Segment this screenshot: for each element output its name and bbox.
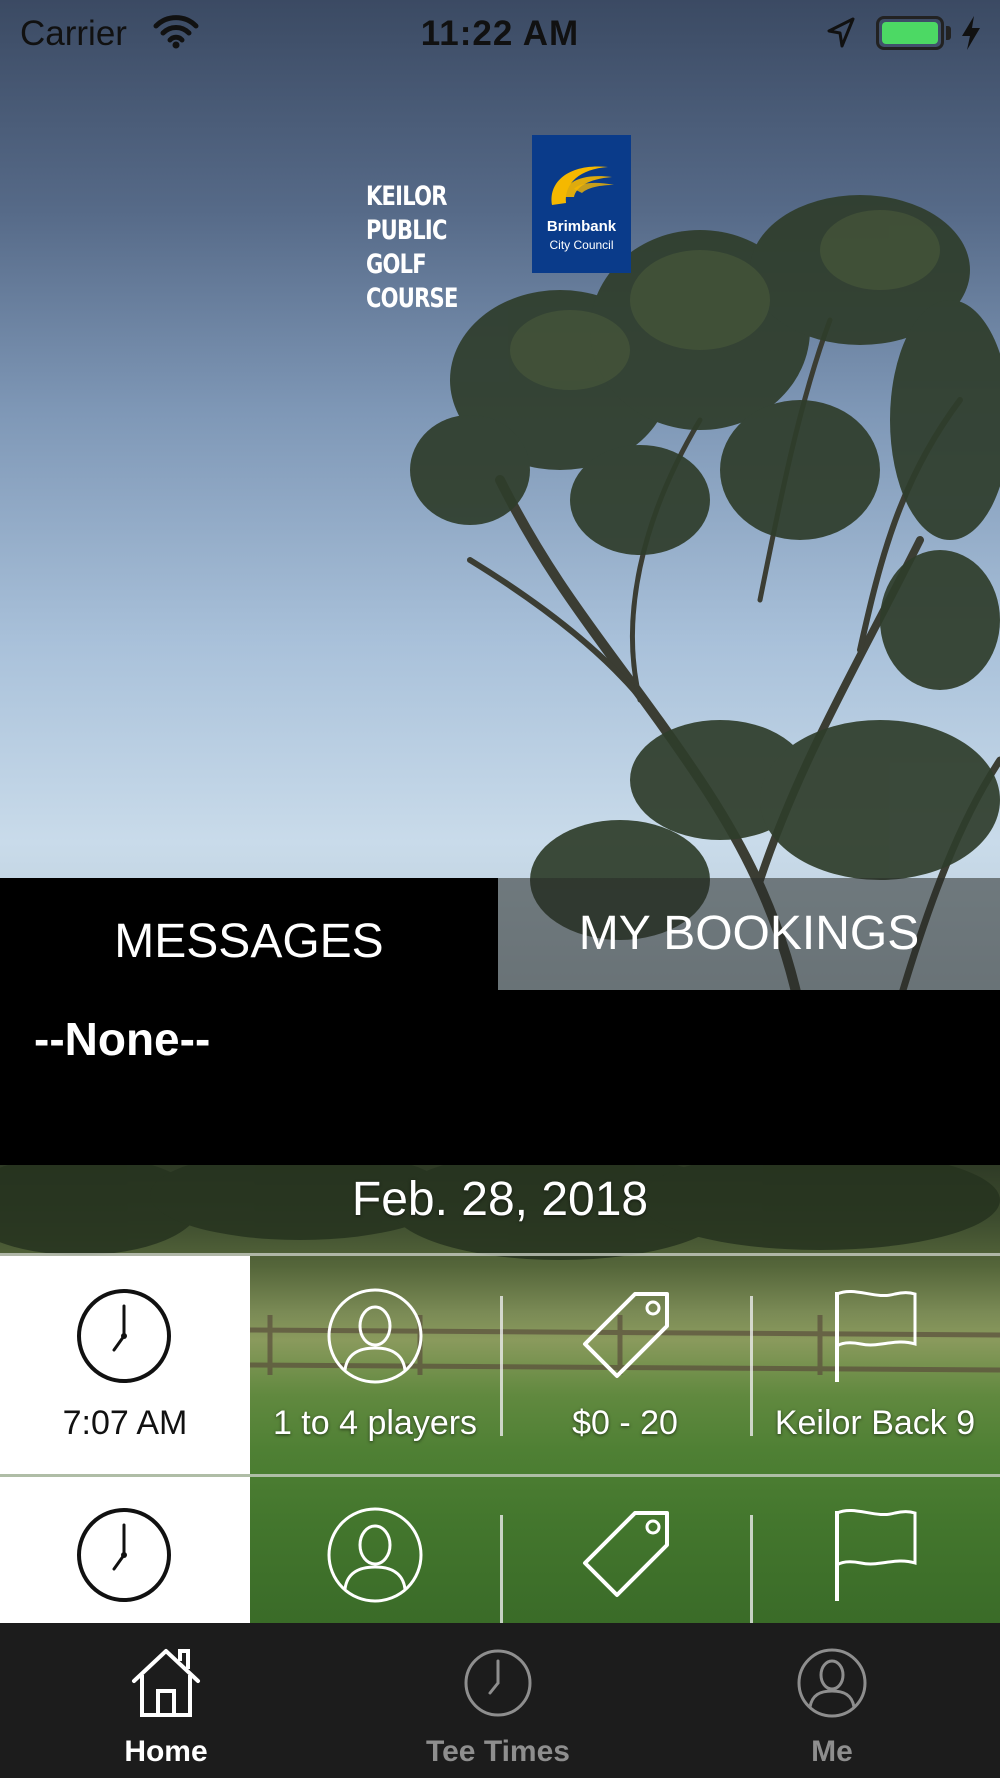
tabbar-label-home: Home [124,1735,208,1768]
players-cell [250,1477,500,1623]
person-icon [327,1507,423,1603]
logo-line-2: GOLF COURSE [366,249,458,314]
messages-panel: --None-- [0,990,1000,1165]
clock-icon [77,1289,171,1383]
course-cell [750,1477,1000,1623]
home-icon [132,1649,200,1717]
flag-icon [835,1508,917,1601]
tab-my-bookings[interactable]: MY BOOKINGS [498,878,1000,990]
tee-time-row[interactable] [0,1477,1000,1623]
charging-bolt-icon [962,16,980,50]
tabbar-label-tee-times: Tee Times [426,1735,570,1768]
price-cell [500,1477,750,1623]
flag-icon [835,1289,917,1382]
messages-empty-text: --None-- [34,1013,211,1065]
players-cell: 1 to 4 players [250,1256,500,1474]
tee-time-value: 7:07 AM [62,1404,188,1442]
tee-time-cell[interactable] [0,1477,250,1623]
tabbar-item-me[interactable]: Me [732,1623,932,1778]
course-value: Keilor Back 9 [774,1404,976,1442]
price-value: $0 - 20 [572,1404,678,1442]
swoosh-icon [551,166,614,205]
tabbar-item-tee-times[interactable]: Tee Times [398,1623,598,1778]
price-cell: $0 - 20 [500,1256,750,1474]
bottom-tab-bar: Home Tee Times Me [0,1623,1000,1778]
course-logo-text: KEILOR PUBLIC GOLF COURSE [366,180,491,316]
tabbar-item-home[interactable]: Home [66,1623,266,1778]
price-tag-icon [583,1511,669,1597]
tabbar-label-me: Me [811,1735,853,1768]
person-icon [327,1288,423,1384]
clock-icon [464,1649,532,1717]
location-arrow-icon [827,17,855,48]
price-tag-icon [583,1292,669,1378]
course-cell: Keilor Back 9 [750,1256,1000,1474]
battery-tip [946,26,951,40]
status-bar: Carrier 11:22 AM [0,0,1000,70]
person-icon [797,1648,867,1718]
badge-name: Brimbank [546,218,617,235]
selected-date[interactable]: Feb. 28, 2018 [0,1172,1000,1227]
tee-time-cell[interactable]: 7:07 AM [0,1256,250,1474]
badge-subtitle: City Council [549,238,614,252]
battery-level [882,22,938,44]
players-value: 1 to 4 players [272,1404,478,1442]
brimbank-council-logo: Brimbank City Council [532,135,631,273]
clock-icon [77,1508,171,1602]
tee-time-row[interactable]: 7:07 AM 1 to 4 players $0 - 20 Keilor Ba… [0,1256,1000,1474]
battery-icon [876,16,944,50]
tab-messages[interactable]: MESSAGES [0,878,498,990]
logo-line-1: KEILOR PUBLIC [366,181,447,246]
